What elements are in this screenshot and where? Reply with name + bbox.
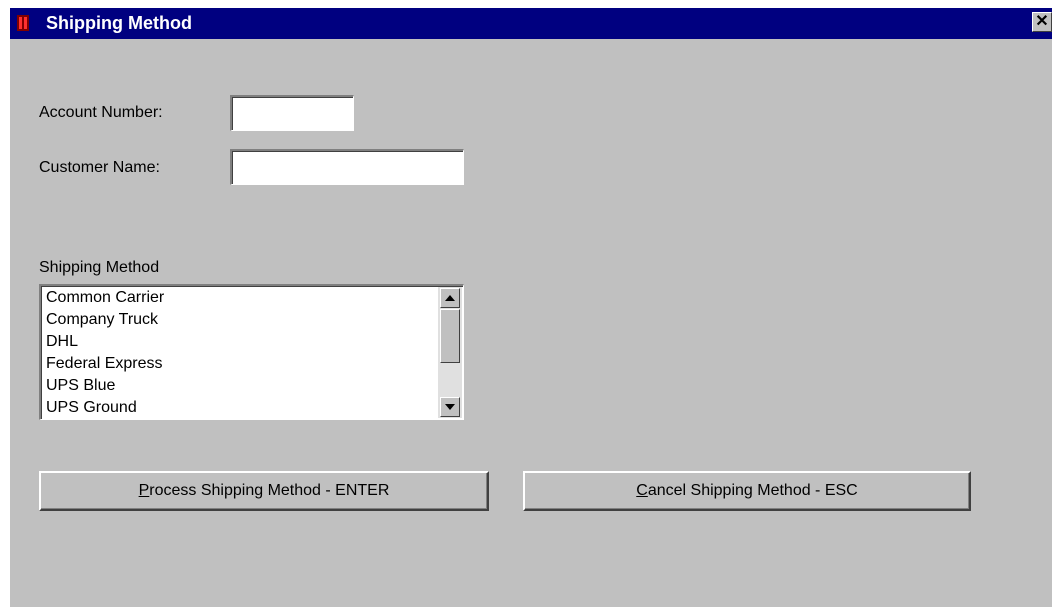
- cancel-label: ancel Shipping Method - ESC: [647, 482, 858, 499]
- customer-name-field[interactable]: [230, 149, 464, 185]
- list-item[interactable]: Common Carrier: [46, 287, 436, 309]
- process-shipping-method-button[interactable]: Process Shipping Method - ENTER: [39, 471, 489, 511]
- close-icon: ✕: [1035, 13, 1049, 30]
- customer-name-label: Customer Name:: [39, 159, 160, 176]
- arrow-down-icon: [445, 404, 455, 410]
- cancel-shipping-method-button[interactable]: Cancel Shipping Method - ESC: [523, 471, 971, 511]
- shipping-method-list: Common Carrier Company Truck DHL Federal…: [46, 287, 436, 419]
- shipping-method-window: Shipping Method ✕ Account Number: Custom…: [10, 8, 1052, 607]
- cancel-mnemonic: C: [636, 482, 648, 499]
- list-item[interactable]: UPS Blue: [46, 375, 436, 397]
- list-item[interactable]: UPS Ground: [46, 397, 436, 419]
- shipping-method-label: Shipping Method: [39, 259, 160, 276]
- arrow-up-icon: [445, 295, 455, 301]
- process-label: rocess Shipping Method - ENTER: [149, 482, 390, 499]
- scrollbar-thumb[interactable]: [440, 309, 460, 363]
- window-title: Shipping Method: [46, 13, 192, 33]
- close-button[interactable]: ✕: [1032, 12, 1052, 32]
- vertical-scrollbar[interactable]: [438, 287, 462, 418]
- list-item[interactable]: DHL: [46, 331, 436, 353]
- list-item[interactable]: Company Truck: [46, 309, 436, 331]
- process-mnemonic: P: [138, 482, 150, 499]
- title-bar: Shipping Method ✕: [10, 8, 1052, 39]
- account-number-field[interactable]: [230, 95, 354, 131]
- scroll-down-button[interactable]: [440, 397, 460, 417]
- shipping-method-listbox[interactable]: Common Carrier Company Truck DHL Federal…: [39, 284, 464, 420]
- account-number-label: Account Number:: [39, 104, 163, 121]
- scroll-up-button[interactable]: [440, 288, 460, 308]
- app-icon: [17, 15, 29, 31]
- list-item[interactable]: Federal Express: [46, 353, 436, 375]
